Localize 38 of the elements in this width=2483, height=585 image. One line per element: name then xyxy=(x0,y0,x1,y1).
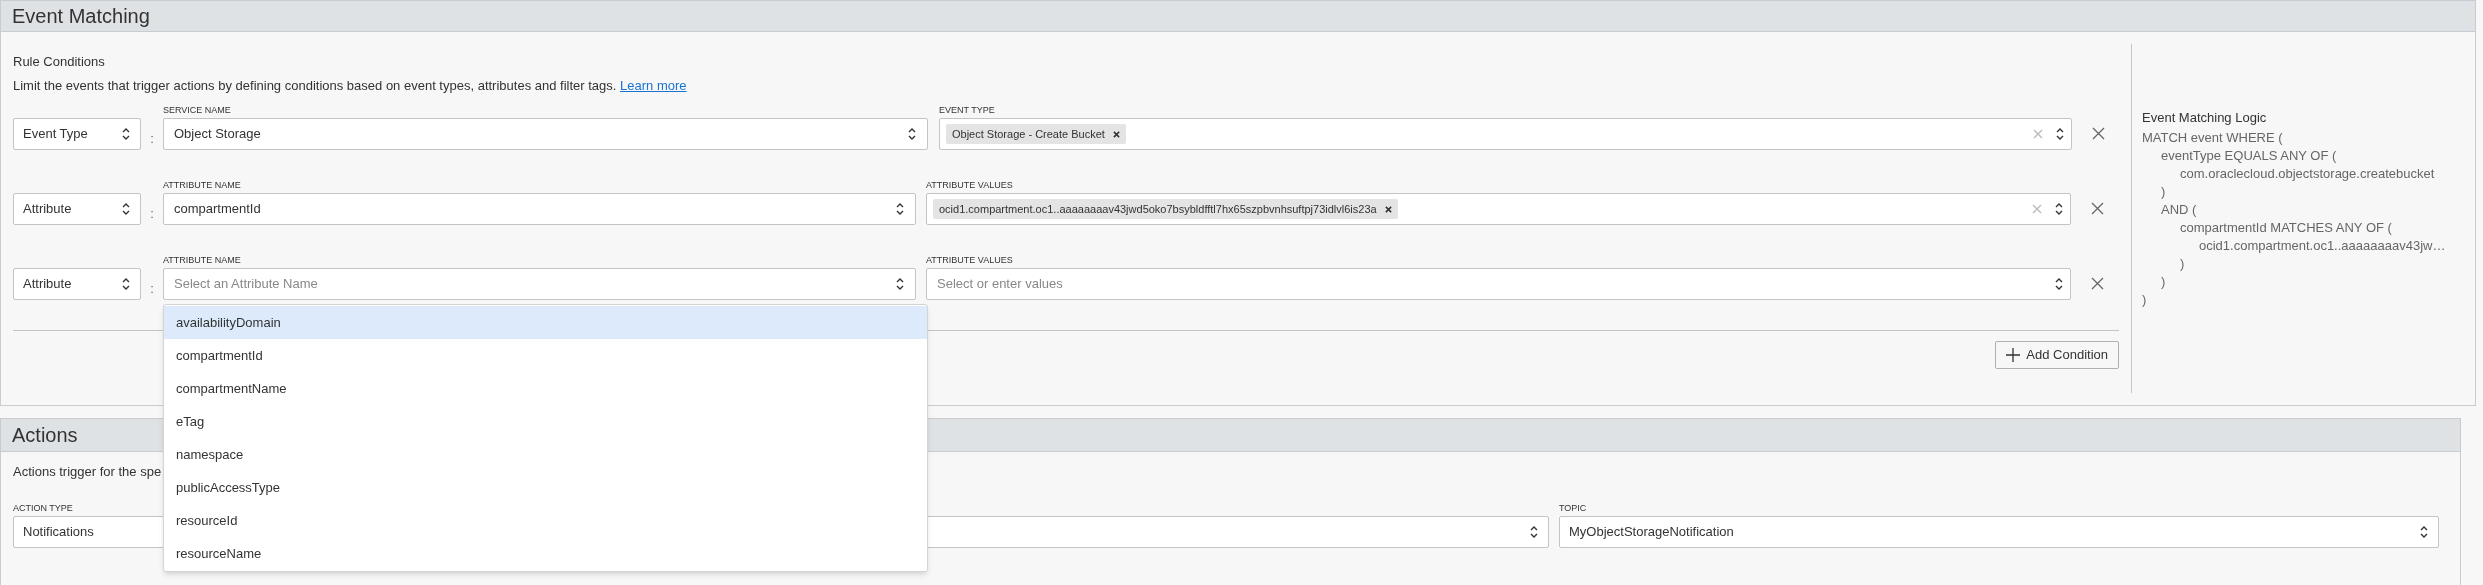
logic-line: AND ( xyxy=(2160,201,2198,218)
logic-line: eventType EQUALS ANY OF ( xyxy=(2160,147,2338,164)
logic-line: ) xyxy=(2179,255,2186,272)
select-value: Attribute xyxy=(23,200,72,219)
rule-conditions-heading: Rule Conditions xyxy=(13,53,106,70)
field-label: EVENT TYPE xyxy=(939,104,996,117)
description-text: Actions trigger for the spe xyxy=(13,463,162,480)
colon-separator: : xyxy=(149,129,155,148)
field-label: ACTION TYPE xyxy=(13,502,74,515)
tag-text: Object Storage - Create Bucket xyxy=(952,126,1105,142)
logic-line: ) xyxy=(2142,291,2148,308)
description-text: Limit the events that trigger actions by defining conditions based on event types, attributes and filter tags. Learn more xyxy=(13,77,688,94)
field-label: ATTRIBUTE NAME xyxy=(163,179,242,192)
section-title: Actions xyxy=(12,423,78,448)
colon-separator: : xyxy=(149,279,155,298)
field-label: ATTRIBUTE NAME xyxy=(163,254,242,267)
logic-line: ) xyxy=(2160,273,2167,290)
select-value: Notifications xyxy=(23,523,94,542)
select-placeholder: Select an Attribute Name xyxy=(174,275,318,294)
colon-separator: : xyxy=(149,204,155,223)
section-title: Event Matching xyxy=(12,4,150,29)
logic-line: ) xyxy=(2160,183,2167,200)
field-label: ATTRIBUTE VALUES xyxy=(926,179,1014,192)
field-label: TOPIC xyxy=(1559,502,1588,515)
field-label: ATTRIBUTE VALUES xyxy=(926,254,1014,267)
logic-line: compartmentId MATCHES ANY OF ( xyxy=(2179,219,2393,236)
field-label: SERVICE NAME xyxy=(163,104,232,117)
select-value: Event Type xyxy=(23,125,88,144)
logic-line: ocid1.compartment.oc1..aaaaaaaav43jw… xyxy=(2198,237,2446,254)
field-placeholder: Select or enter values xyxy=(936,275,1063,294)
select-value: Attribute xyxy=(23,275,72,294)
tag-text: ocid1.compartment.oc1..aaaaaaaav43jwd5oko7bsybldfftl7hx65szpbvnhsuftpj73idlvl6is23a xyxy=(939,201,1377,217)
select-value: compartmentId xyxy=(174,200,261,219)
select-value: Object Storage xyxy=(174,125,261,144)
logic-title: Event Matching Logic xyxy=(2142,109,2268,127)
logic-line: MATCH event WHERE ( xyxy=(2142,129,2284,146)
logic-line: com.oraclecloud.objectstorage.createbucket xyxy=(2179,165,2436,182)
select-value: MyObjectStorageNotification xyxy=(1569,523,1734,542)
